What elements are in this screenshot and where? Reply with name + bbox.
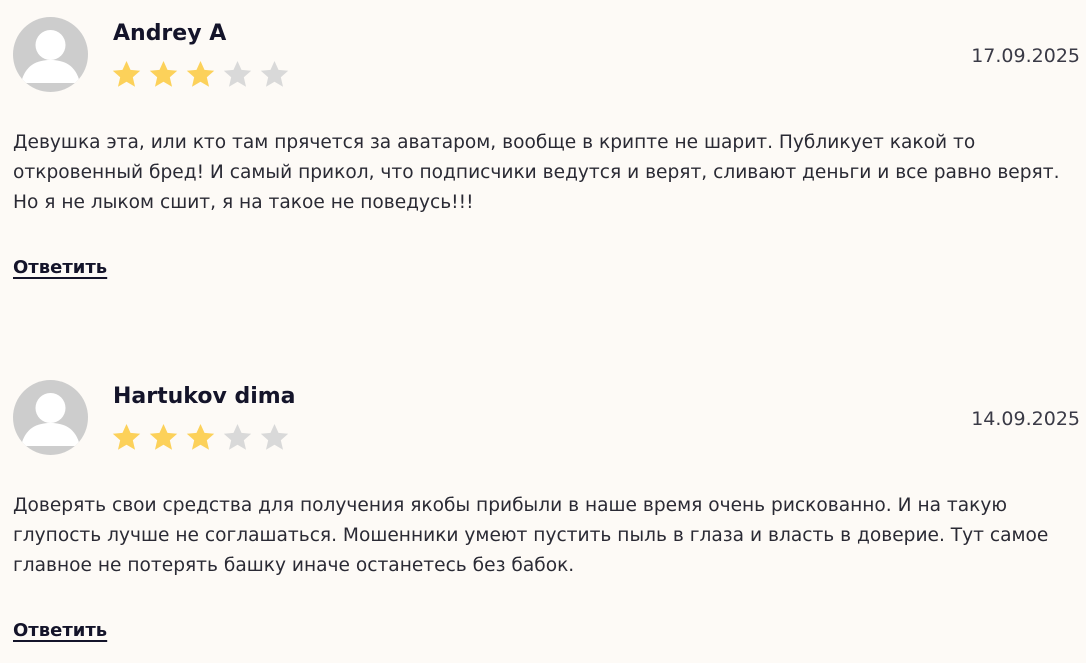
review-date: 17.09.2025	[971, 45, 1080, 67]
user-avatar-icon	[13, 380, 88, 455]
star-filled-icon	[112, 60, 141, 87]
star-empty-icon	[223, 60, 252, 87]
review-card: Andrey A 17.09.2025 Девушка эта, или кто…	[0, 0, 1086, 300]
review-author: Andrey A	[113, 21, 227, 46]
star-filled-icon	[149, 423, 178, 450]
review-text: Девушка эта, или кто там прячется за ава…	[13, 132, 1060, 213]
star-empty-icon	[260, 423, 289, 450]
star-rating	[111, 422, 290, 454]
star-filled-icon	[112, 423, 141, 450]
star-filled-icon	[186, 423, 215, 450]
star-empty-icon	[260, 60, 289, 87]
star-empty-icon	[223, 423, 252, 450]
star-filled-icon	[186, 60, 215, 87]
reply-link[interactable]: Ответить	[13, 257, 107, 278]
star-filled-icon	[149, 60, 178, 87]
review-card: Hartukov dima 14.09.2025 Доверять свои с…	[0, 363, 1086, 663]
reply-link[interactable]: Ответить	[13, 620, 107, 641]
review-text: Доверять свои средства для получения яко…	[13, 495, 1049, 576]
review-date: 14.09.2025	[971, 408, 1080, 430]
star-rating	[111, 59, 290, 91]
user-avatar-icon	[13, 17, 88, 92]
review-author: Hartukov dima	[113, 384, 296, 409]
